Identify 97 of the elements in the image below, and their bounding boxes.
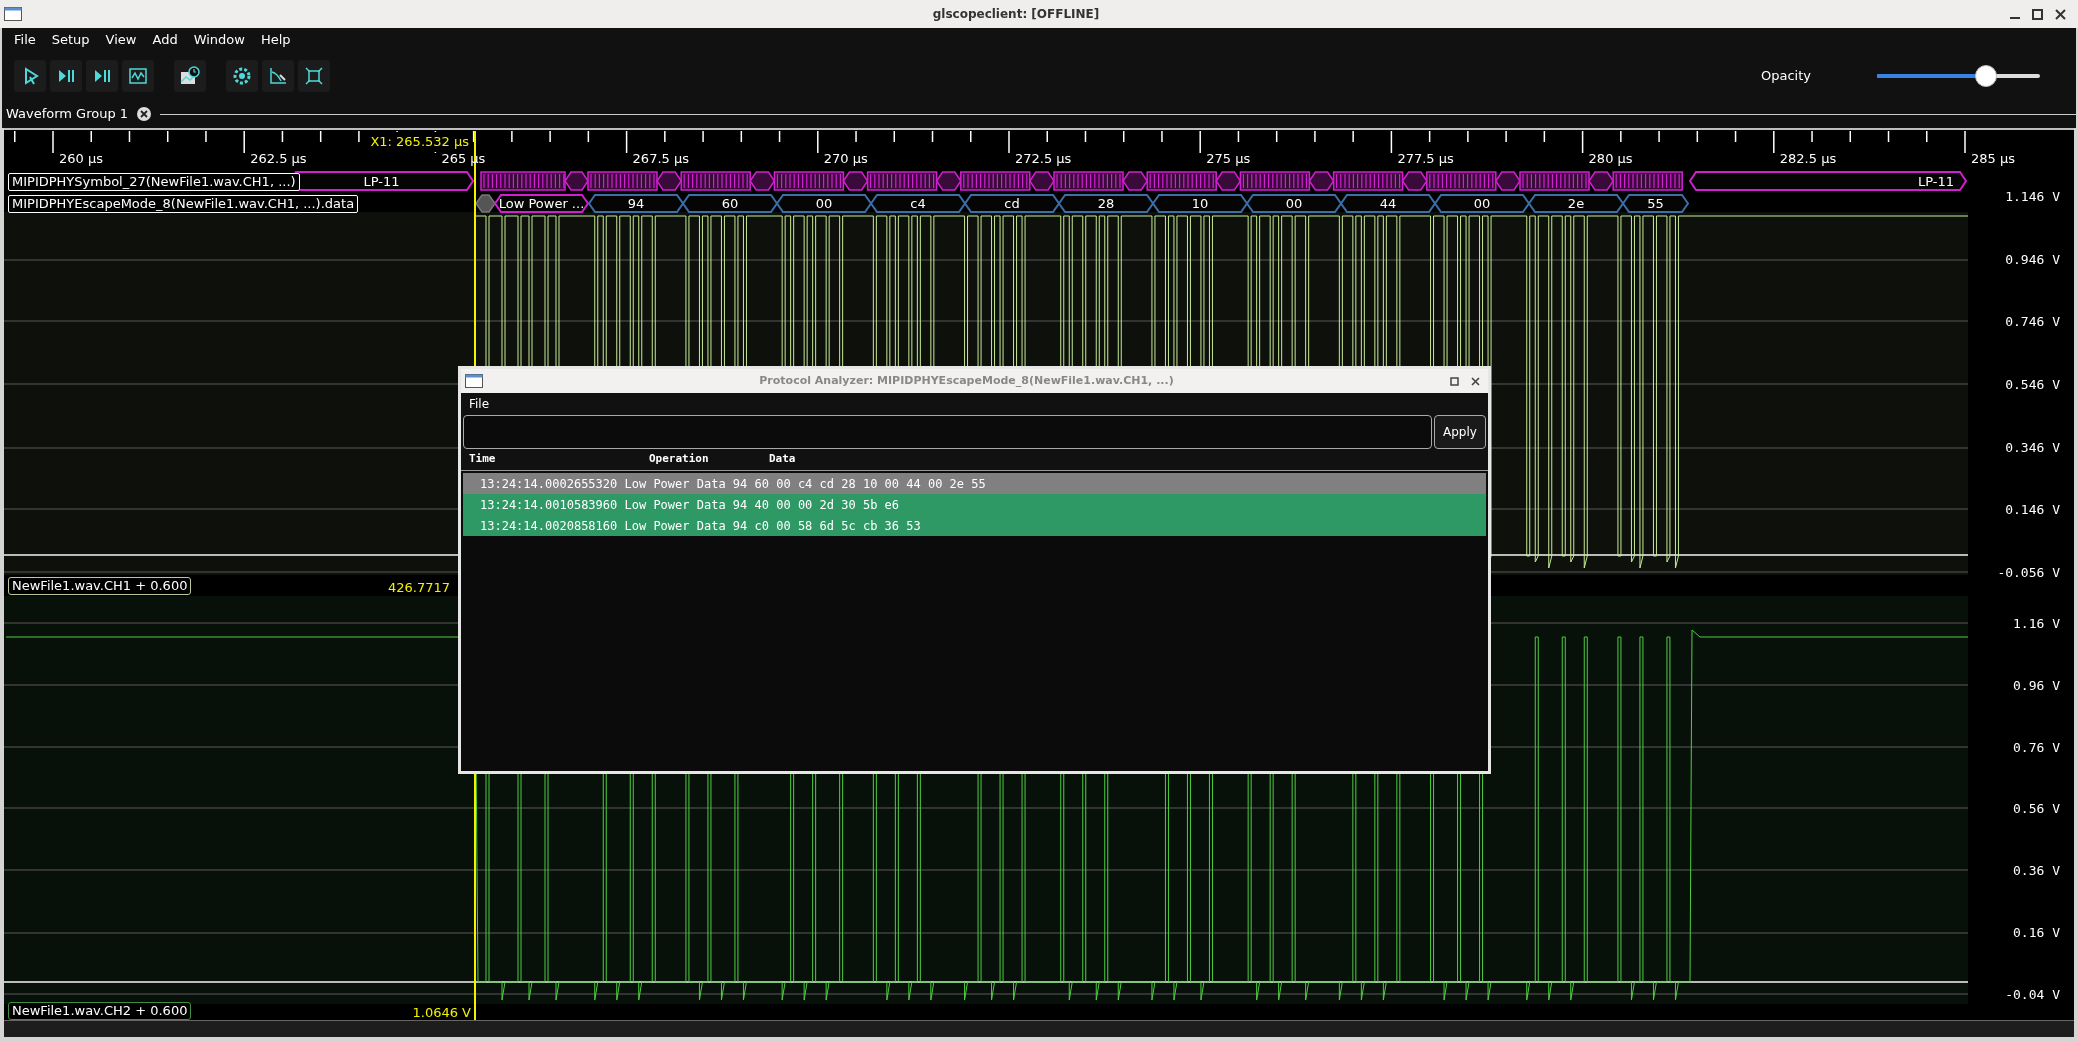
- menu-item[interactable]: File: [469, 395, 490, 413]
- decode-segment: 00: [775, 194, 873, 213]
- axis-label: 0.346 V: [2005, 438, 2060, 457]
- waveform-icon: [127, 65, 149, 87]
- menu-item[interactable]: File: [14, 30, 36, 50]
- menu-item[interactable]: Window: [193, 30, 245, 50]
- fullscreen-icon: [303, 65, 325, 87]
- tick-label: 272.5 µs: [1015, 150, 1072, 168]
- clock-icon: [179, 65, 201, 87]
- decode-segment: 94: [587, 194, 685, 213]
- decode-segment: c4: [869, 194, 967, 213]
- settings-button[interactable]: [226, 60, 258, 92]
- decode-segment: 60: [681, 194, 779, 213]
- menu-item[interactable]: Setup: [51, 30, 90, 50]
- filter-field[interactable]: [463, 415, 1432, 449]
- symbol-segment: [1215, 171, 1242, 191]
- maximize-icon[interactable]: [1450, 376, 1459, 386]
- packet-row[interactable]: 13:24:14.0010583960 Low Power Data 94 40 00 00 2d 30 5b e6: [463, 494, 1486, 515]
- tick-label: 270 µs: [823, 150, 868, 168]
- tick-label: 275 µs: [1206, 150, 1251, 168]
- step-button[interactable]: [86, 60, 118, 92]
- fullscreen-button[interactable]: [298, 60, 330, 92]
- stop-button[interactable]: [122, 60, 154, 92]
- axis-label: -0.056 V: [1997, 564, 2060, 582]
- channel-label: MIPIDPHYSymbol_27(NewFile1.wav.CH1, ...): [8, 173, 300, 191]
- tick-label: 285 µs: [1971, 150, 2015, 168]
- close-icon[interactable]: [1471, 376, 1480, 386]
- window-title: glscopeclient: [OFFLINE]: [932, 6, 1100, 23]
- axis-label: 0.546 V: [2005, 376, 2060, 394]
- packet-row[interactable]: 13:24:14.0020858160 Low Power Data 94 c0 00 58 6d 5c cb 36 53: [463, 515, 1486, 536]
- decode-segment: 2e: [1527, 194, 1625, 213]
- symbol-segment: [1122, 171, 1149, 191]
- axis-label: 0.36 V: [2013, 862, 2060, 881]
- run-button[interactable]: [14, 60, 46, 92]
- window-icon: [4, 7, 22, 21]
- tick-label: 267.5 µs: [632, 150, 689, 168]
- tick-label: 277.5 µs: [1397, 150, 1454, 168]
- history-button[interactable]: [174, 60, 206, 92]
- opacity-label: Opacity: [1761, 67, 1811, 86]
- axis-label: 0.16 V: [2013, 924, 2060, 942]
- decode-segment: cd: [963, 194, 1061, 213]
- symbol-segment: [1401, 171, 1428, 191]
- symbol-segment: [935, 171, 962, 191]
- channel-label: MIPIDPHYEscapeMode_8(NewFile1.wav.CH1, ...).data: [8, 195, 359, 213]
- axis-label: -0.04 V: [2005, 985, 2060, 1004]
- menu-item[interactable]: Add: [152, 30, 178, 50]
- symbol-segment: [749, 171, 776, 191]
- cursor-reading: 426.7717: [388, 579, 451, 597]
- cursor-label: X1: 265.532 µs: [368, 132, 471, 152]
- decode-segment: 55: [1621, 194, 1690, 213]
- tick-label: 282.5 µs: [1779, 150, 1837, 168]
- axis-label: 0.76 V: [2013, 738, 2060, 757]
- decode-segment: 44: [1339, 194, 1437, 213]
- column-header[interactable]: Time: [469, 452, 496, 466]
- column-header[interactable]: Operation: [649, 452, 709, 466]
- run-once-button[interactable]: [50, 60, 82, 92]
- symbol-segment: [842, 171, 869, 191]
- axis-label: 0.146 V: [2005, 501, 2060, 520]
- symbol-segment: [1494, 171, 1521, 191]
- symbol-segment: [564, 171, 589, 191]
- decode-segment: 00: [1433, 194, 1531, 213]
- axis-label: 0.56 V: [2013, 800, 2060, 819]
- close-icon[interactable]: [136, 106, 153, 122]
- cursor-reading: 1.0646 V: [412, 1004, 471, 1020]
- maximize-icon[interactable]: [2032, 8, 2043, 20]
- symbol-segment: [656, 171, 683, 191]
- gear-icon: [231, 65, 253, 87]
- tick-label: 280 µs: [1588, 150, 1633, 168]
- decode-segment: [475, 194, 496, 213]
- decode-segment: 28: [1057, 194, 1155, 213]
- cursor-button[interactable]: [262, 60, 294, 92]
- symbol-segment: [1588, 171, 1615, 191]
- symbol-segment: [1028, 171, 1055, 191]
- symbol-segment: [1308, 171, 1335, 191]
- tick-label: 262.5 µs: [250, 150, 307, 168]
- symbol-segment: LP-11: [1688, 171, 1968, 191]
- menu-item[interactable]: View: [105, 30, 137, 50]
- apply-button[interactable]: Apply: [1434, 415, 1486, 449]
- tick-label: 260 µs: [59, 150, 103, 168]
- column-header[interactable]: Data: [769, 452, 796, 466]
- close-icon[interactable]: [2055, 8, 2066, 20]
- axis-label: 0.96 V: [2013, 676, 2060, 695]
- axis-label: 1.16 V: [2013, 615, 2060, 633]
- graph-icon: [267, 65, 289, 87]
- decode-segment: Low Power ...: [493, 194, 590, 213]
- window-icon: [465, 374, 483, 388]
- axis-label: 0.746 V: [2005, 313, 2060, 332]
- decode-segment: 00: [1245, 194, 1343, 213]
- decode-segment: 10: [1151, 194, 1249, 213]
- axis-label: 1.146 V: [2005, 188, 2060, 206]
- channel-label: NewFile1.wav.CH1 + 0.600: [8, 577, 192, 595]
- channel-label: NewFile1.wav.CH2 + 0.600: [8, 1002, 192, 1020]
- dialog-title: Protocol Analyzer: MIPIDPHYEscapeMode_8(NewFile1.wav.CH1, ...): [759, 372, 1174, 389]
- slider-thumb[interactable]: [1974, 65, 1997, 87]
- axis-label: 0.946 V: [2005, 250, 2060, 269]
- menu-item[interactable]: Help: [260, 30, 291, 50]
- packet-row[interactable]: 13:24:14.0002655320 Low Power Data 94 60 00 c4 cd 28 10 00 44 00 2e 55: [463, 473, 1486, 494]
